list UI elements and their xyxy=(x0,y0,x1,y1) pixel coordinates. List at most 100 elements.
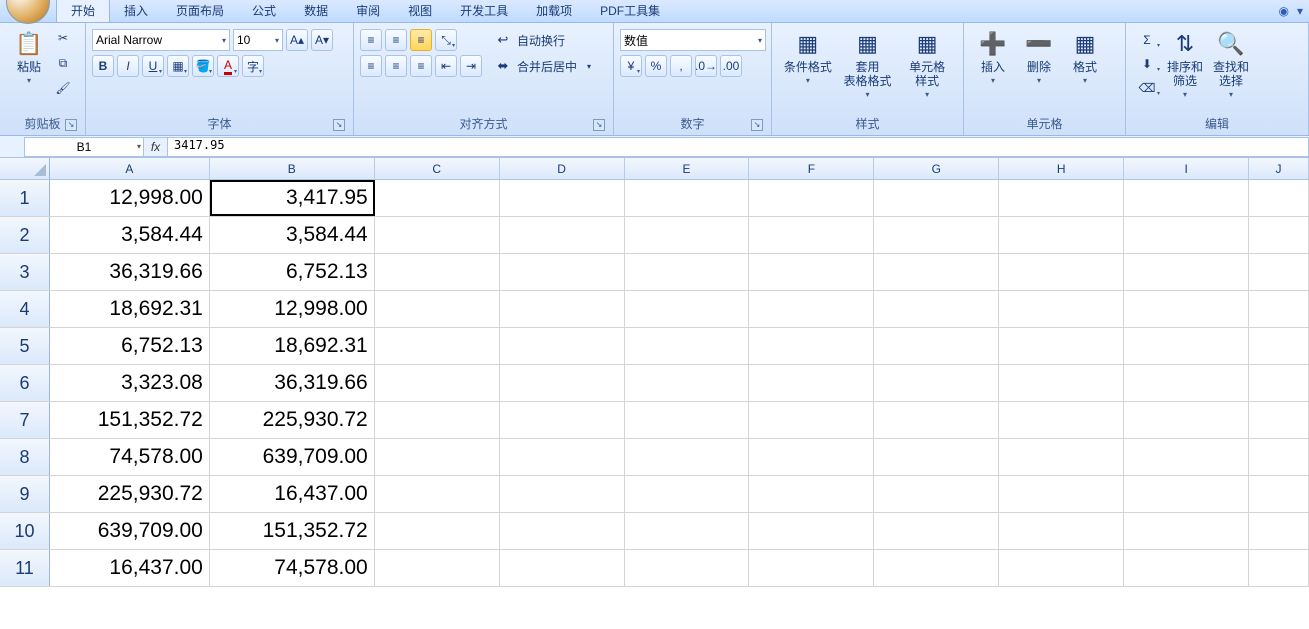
cell-B7[interactable]: 225,930.72 xyxy=(210,402,375,438)
alignment-dialog-launcher[interactable]: ↘ xyxy=(593,119,605,131)
cell-J5[interactable] xyxy=(1249,328,1309,364)
cell-F5[interactable] xyxy=(749,328,874,364)
column-header-G[interactable]: G xyxy=(874,158,999,179)
cell-A7[interactable]: 151,352.72 xyxy=(50,402,210,438)
tab-insert[interactable]: 插入 xyxy=(110,0,162,22)
font-dialog-launcher[interactable]: ↘ xyxy=(333,119,345,131)
italic-button[interactable]: I xyxy=(117,55,139,77)
delete-button[interactable]: ➖删除▾ xyxy=(1016,25,1062,91)
cell-E8[interactable] xyxy=(625,439,750,475)
cell-F10[interactable] xyxy=(749,513,874,549)
column-header-F[interactable]: F xyxy=(749,158,874,179)
cell-C7[interactable] xyxy=(375,402,500,438)
tab-formulas[interactable]: 公式 xyxy=(238,0,290,22)
formula-input[interactable]: 3417.95 xyxy=(168,137,1309,157)
column-header-C[interactable]: C xyxy=(375,158,500,179)
cell-I10[interactable] xyxy=(1124,513,1249,549)
cell-I11[interactable] xyxy=(1124,550,1249,586)
cell-D1[interactable] xyxy=(500,180,625,216)
column-header-J[interactable]: J xyxy=(1249,158,1309,179)
office-button[interactable] xyxy=(6,0,50,24)
cell-E1[interactable] xyxy=(625,180,750,216)
column-header-A[interactable]: A xyxy=(50,158,210,179)
cell-D3[interactable] xyxy=(500,254,625,290)
cell-F1[interactable] xyxy=(749,180,874,216)
cell-B8[interactable]: 639,709.00 xyxy=(210,439,375,475)
cell-J10[interactable] xyxy=(1249,513,1309,549)
underline-button[interactable]: U▾ xyxy=(142,55,164,77)
cell-I9[interactable] xyxy=(1124,476,1249,512)
bold-button[interactable]: B xyxy=(92,55,114,77)
font-size-select[interactable]: 10▾ xyxy=(233,29,283,51)
cell-J4[interactable] xyxy=(1249,291,1309,327)
cell-A4[interactable]: 18,692.31 xyxy=(50,291,210,327)
cell-E6[interactable] xyxy=(625,365,750,401)
cell-C9[interactable] xyxy=(375,476,500,512)
cell-J1[interactable] xyxy=(1249,180,1309,216)
align-center-button[interactable]: ≡ xyxy=(385,55,407,77)
column-header-H[interactable]: H xyxy=(999,158,1124,179)
cell-H9[interactable] xyxy=(999,476,1124,512)
cell-G7[interactable] xyxy=(874,402,999,438)
tab-review[interactable]: 审阅 xyxy=(342,0,394,22)
cell-E4[interactable] xyxy=(625,291,750,327)
decrease-decimal-button[interactable]: .00 xyxy=(720,55,742,77)
cell-I6[interactable] xyxy=(1124,365,1249,401)
cell-H5[interactable] xyxy=(999,328,1124,364)
cell-E7[interactable] xyxy=(625,402,750,438)
align-middle-button[interactable]: ≡ xyxy=(385,29,407,51)
merge-center-button[interactable]: ⬌合并后居中▾ xyxy=(488,55,598,77)
cell-H4[interactable] xyxy=(999,291,1124,327)
cell-I2[interactable] xyxy=(1124,217,1249,253)
cut-button[interactable]: ✂ xyxy=(52,27,74,49)
cell-D2[interactable] xyxy=(500,217,625,253)
cell-C5[interactable] xyxy=(375,328,500,364)
cell-J8[interactable] xyxy=(1249,439,1309,475)
cell-A5[interactable]: 6,752.13 xyxy=(50,328,210,364)
cell-H8[interactable] xyxy=(999,439,1124,475)
copy-button[interactable]: ⧉ xyxy=(52,52,74,74)
decrease-indent-button[interactable]: ⇤ xyxy=(435,55,457,77)
cell-E5[interactable] xyxy=(625,328,750,364)
font-color-button[interactable]: A▾ xyxy=(217,55,239,77)
tab-data[interactable]: 数据 xyxy=(290,0,342,22)
cell-A6[interactable]: 3,323.08 xyxy=(50,365,210,401)
clipboard-dialog-launcher[interactable]: ↘ xyxy=(65,119,77,131)
cell-D5[interactable] xyxy=(500,328,625,364)
column-header-E[interactable]: E xyxy=(625,158,750,179)
cell-B6[interactable]: 36,319.66 xyxy=(210,365,375,401)
cell-H10[interactable] xyxy=(999,513,1124,549)
cell-J6[interactable] xyxy=(1249,365,1309,401)
cell-E2[interactable] xyxy=(625,217,750,253)
tab-page-layout[interactable]: 页面布局 xyxy=(162,0,238,22)
align-bottom-button[interactable]: ≡ xyxy=(410,29,432,51)
cell-I1[interactable] xyxy=(1124,180,1249,216)
cell-B11[interactable]: 74,578.00 xyxy=(210,550,375,586)
find-select-button[interactable]: 🔍查找和 选择▾ xyxy=(1208,25,1254,105)
cell-A11[interactable]: 16,437.00 xyxy=(50,550,210,586)
increase-decimal-button[interactable]: .0→ xyxy=(695,55,717,77)
cell-A8[interactable]: 74,578.00 xyxy=(50,439,210,475)
fill-btn[interactable]: ⬇▾ xyxy=(1132,53,1162,75)
cell-G11[interactable] xyxy=(874,550,999,586)
cell-I5[interactable] xyxy=(1124,328,1249,364)
cell-A2[interactable]: 3,584.44 xyxy=(50,217,210,253)
cell-C11[interactable] xyxy=(375,550,500,586)
autosum-button[interactable]: Σ▾ xyxy=(1132,29,1162,51)
cell-D6[interactable] xyxy=(500,365,625,401)
paste-button[interactable]: 📋 粘贴 ▾ xyxy=(6,25,52,91)
cell-F2[interactable] xyxy=(749,217,874,253)
wrap-text-button[interactable]: ↩自动换行 xyxy=(488,29,598,51)
increase-font-button[interactable]: A▴ xyxy=(286,29,308,51)
cell-C6[interactable] xyxy=(375,365,500,401)
row-header[interactable]: 9 xyxy=(0,476,50,512)
cell-D10[interactable] xyxy=(500,513,625,549)
orientation-button[interactable]: ⤡▾ xyxy=(435,29,457,51)
cell-G1[interactable] xyxy=(874,180,999,216)
row-header[interactable]: 4 xyxy=(0,291,50,327)
cell-C8[interactable] xyxy=(375,439,500,475)
cell-H7[interactable] xyxy=(999,402,1124,438)
select-all-corner[interactable] xyxy=(0,158,50,179)
cell-B3[interactable]: 6,752.13 xyxy=(210,254,375,290)
cell-F8[interactable] xyxy=(749,439,874,475)
